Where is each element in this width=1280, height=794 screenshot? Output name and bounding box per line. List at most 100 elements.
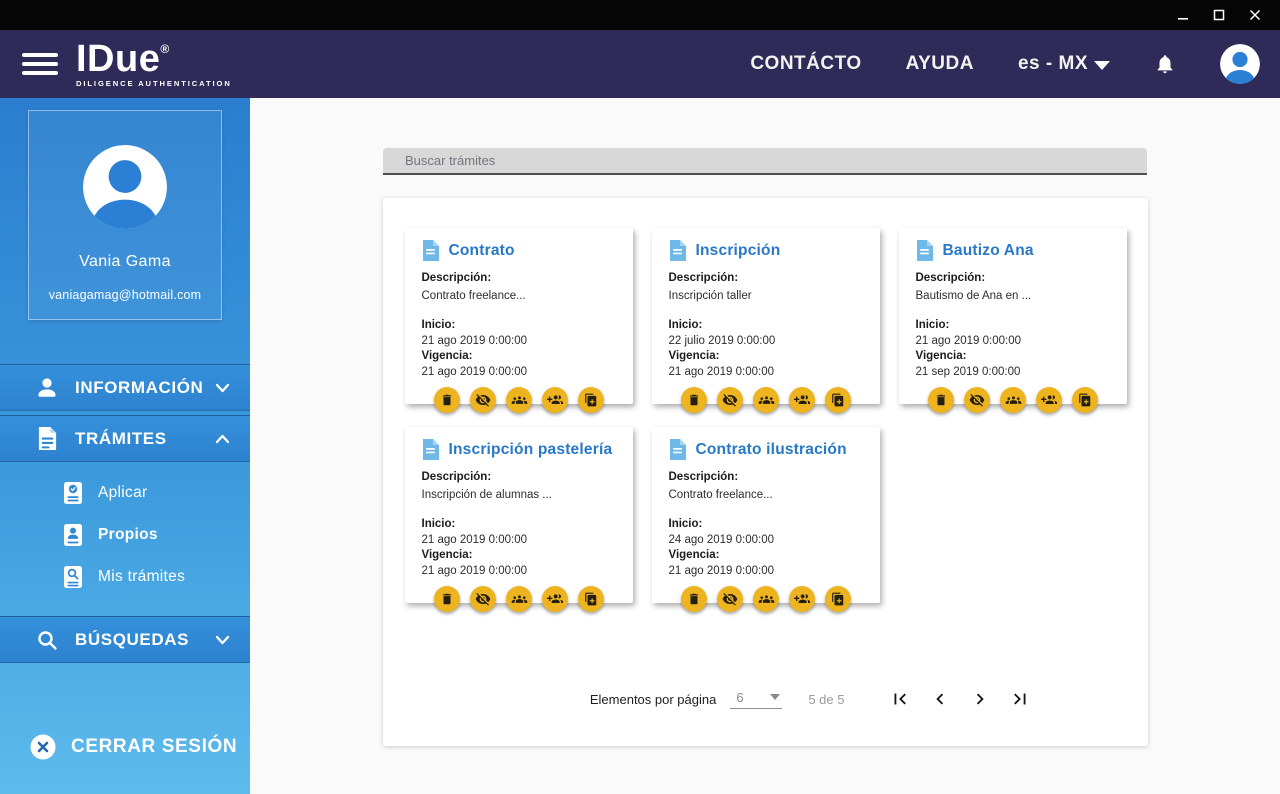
maximize-button[interactable] [1204, 3, 1234, 27]
form-check-icon [62, 481, 84, 505]
card-title[interactable]: Contrato [449, 242, 515, 260]
delete-button[interactable] [434, 387, 460, 413]
delete-button[interactable] [928, 387, 954, 413]
sidebar-section-label: BÚSQUEDAS [75, 629, 190, 649]
sidebar-item-busquedas[interactable]: BÚSQUEDAS [0, 616, 250, 663]
items-per-page-select[interactable]: 6 [730, 689, 783, 709]
visibility-off-button[interactable] [470, 387, 496, 413]
sidebar-item-aplicar[interactable]: Aplicar [0, 472, 250, 514]
groups-button[interactable] [753, 387, 779, 413]
person-add-icon [1041, 395, 1057, 404]
groups-icon [1005, 395, 1021, 404]
contact-link[interactable]: CONTÁCTO [750, 53, 861, 75]
app-header: IDue® DILIGENCE AUTHENTICATION CONTÁCTO … [0, 30, 1280, 98]
trash-icon [442, 394, 452, 406]
sidebar-item-mis-tramites[interactable]: Mis trámites [0, 556, 250, 598]
sidebar-section-label: INFORMACIÓN [75, 377, 204, 397]
card-start: 21 ago 2019 0:00:00 [421, 534, 528, 546]
tramite-card: Contrato Descripción: Contrato freelance… [404, 228, 633, 413]
chevron-left-icon [935, 693, 943, 705]
minimize-button[interactable] [1168, 3, 1198, 27]
person-add-button[interactable] [789, 387, 815, 413]
document-icon [669, 439, 686, 460]
document-icon [422, 439, 439, 460]
card-validity-label: Vigencia: [668, 549, 720, 561]
card-validity-label: Vigencia: [915, 350, 967, 362]
card-validity: 21 sep 2019 0:00:00 [915, 366, 1021, 378]
eye-off-icon [475, 593, 491, 606]
logout-button[interactable]: CERRAR SESIÓN [30, 734, 237, 760]
cards-grid: Contrato Descripción: Contrato freelance… [404, 228, 1127, 612]
card-description: Bautismo de Ana en ... [915, 290, 1032, 302]
last-page-button[interactable] [1009, 688, 1031, 710]
card-validity-label: Vigencia: [421, 549, 473, 561]
visibility-off-button[interactable] [470, 586, 496, 612]
document-icon [34, 426, 60, 451]
sidebar-item-informacion[interactable]: INFORMACIÓN [0, 364, 250, 411]
chevron-up-icon [215, 434, 230, 444]
card-title[interactable]: Bautizo Ana [943, 242, 1034, 260]
profile-email: vaniagamag@hotmail.com [48, 288, 202, 302]
card-start-label: Inicio: [421, 518, 456, 530]
notifications-button[interactable] [1154, 52, 1176, 76]
card-start-label: Inicio: [668, 319, 703, 331]
first-page-icon [894, 693, 906, 705]
card-validity-label: Vigencia: [421, 350, 473, 362]
groups-button[interactable] [506, 387, 532, 413]
copy-button[interactable] [578, 586, 604, 612]
copy-button[interactable] [825, 586, 851, 612]
visibility-off-button[interactable] [717, 586, 743, 612]
copy-button[interactable] [1072, 387, 1098, 413]
page-range-label: 5 de 5 [808, 691, 845, 707]
card-validity: 21 ago 2019 0:00:00 [421, 366, 528, 378]
previous-page-button[interactable] [929, 688, 951, 710]
sidebar-item-propios[interactable]: Propios [0, 514, 250, 556]
logo-title: IDue [76, 38, 161, 81]
results-panel: Contrato Descripción: Contrato freelance… [382, 198, 1148, 746]
card-validity: 21 ago 2019 0:00:00 [668, 366, 775, 378]
sidebar-section-label: TRÁMITES [75, 428, 167, 448]
next-page-button[interactable] [969, 688, 991, 710]
logo-subtitle: DILIGENCE AUTHENTICATION [76, 79, 232, 89]
groups-icon [758, 594, 774, 603]
sidebar-item-label: Aplicar [98, 484, 148, 501]
card-title[interactable]: Contrato ilustración [696, 441, 847, 459]
delete-button[interactable] [434, 586, 460, 612]
chevron-down-icon [215, 383, 230, 393]
person-add-button[interactable] [542, 586, 568, 612]
items-per-page-value: 6 [736, 689, 744, 705]
search-input[interactable] [383, 148, 1147, 175]
groups-button[interactable] [753, 586, 779, 612]
tramite-card: Inscripción pastelería Descripción: Insc… [404, 427, 633, 612]
card-title[interactable]: Inscripción pastelería [449, 441, 613, 459]
menu-button[interactable] [22, 53, 58, 75]
person-add-button[interactable] [1036, 387, 1062, 413]
registered-mark: ® [160, 42, 170, 57]
first-page-button[interactable] [889, 688, 911, 710]
person-add-button[interactable] [789, 586, 815, 612]
groups-button[interactable] [506, 586, 532, 612]
sidebar-item-label: Mis trámites [98, 568, 186, 585]
person-add-button[interactable] [542, 387, 568, 413]
copy-icon [832, 393, 844, 407]
delete-button[interactable] [681, 387, 707, 413]
close-button[interactable] [1240, 3, 1270, 27]
copy-button[interactable] [578, 387, 604, 413]
language-selector[interactable]: es - MX [1018, 53, 1110, 75]
visibility-off-button[interactable] [717, 387, 743, 413]
help-link[interactable]: AYUDA [906, 53, 974, 75]
eye-off-icon [475, 394, 491, 407]
copy-button[interactable] [825, 387, 851, 413]
avatar[interactable] [1220, 44, 1260, 84]
visibility-off-button[interactable] [964, 387, 990, 413]
card-title[interactable]: Inscripción [696, 242, 781, 260]
delete-button[interactable] [681, 586, 707, 612]
copy-icon [585, 592, 597, 606]
trash-icon [689, 593, 699, 605]
card-description: Inscripción de alumnas ... [421, 489, 552, 501]
last-page-icon [1013, 693, 1025, 705]
sidebar-item-tramites[interactable]: TRÁMITES [0, 415, 250, 462]
groups-button[interactable] [1000, 387, 1026, 413]
groups-icon [758, 395, 774, 404]
maximize-icon [1213, 9, 1225, 21]
